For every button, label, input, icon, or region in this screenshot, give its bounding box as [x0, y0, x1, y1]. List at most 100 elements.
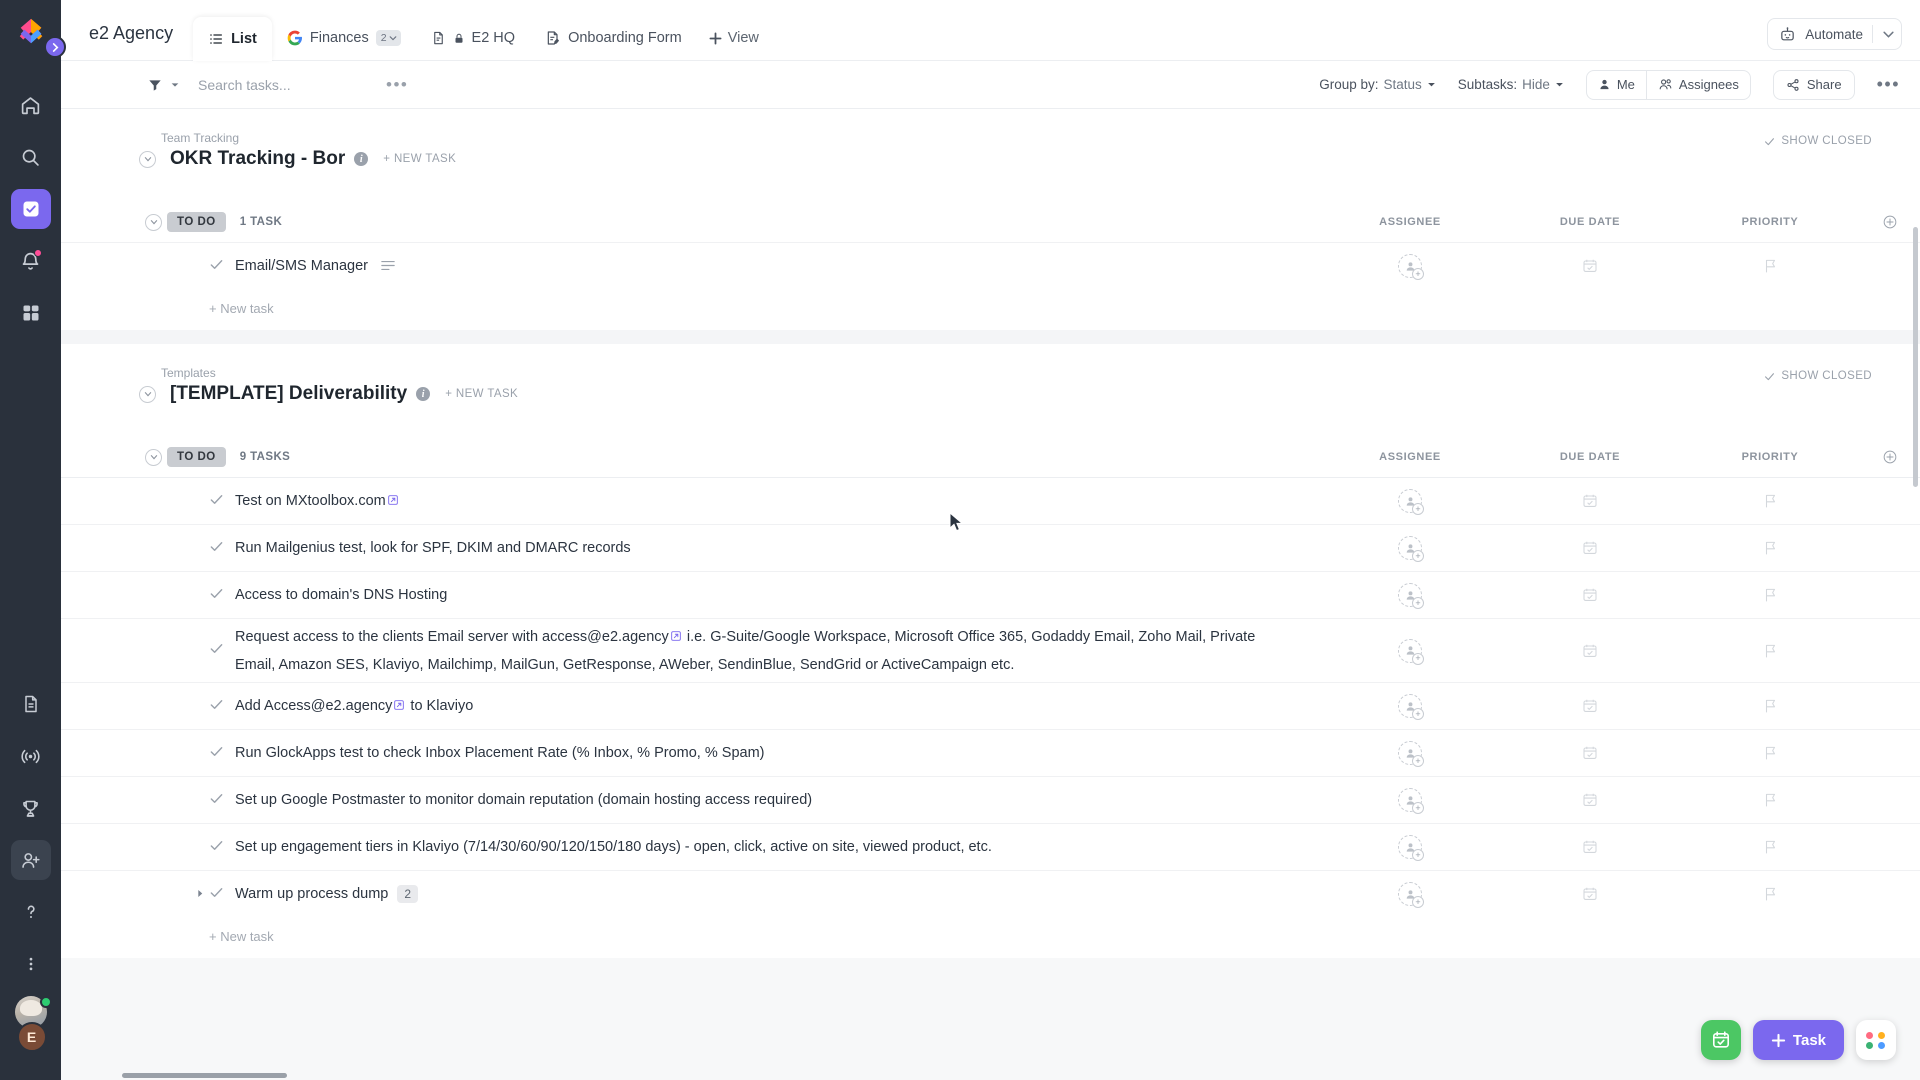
apps-fab-button[interactable]: [1856, 1020, 1896, 1060]
task-name[interactable]: Warm up process dump 2: [201, 880, 419, 908]
rail-item-goals[interactable]: [11, 788, 51, 828]
me-filter-button[interactable]: Me: [1587, 70, 1647, 99]
add-assignee-icon[interactable]: +: [1412, 708, 1424, 720]
info-icon[interactable]: i: [416, 387, 431, 401]
task-name[interactable]: Add Access@e2.agency to Klaviyo: [201, 692, 473, 720]
toolbar-overflow-icon[interactable]: •••: [386, 75, 408, 95]
new-task-link[interactable]: + NEW TASK: [383, 153, 456, 165]
task-status-check-icon[interactable]: [209, 257, 224, 276]
new-task-row[interactable]: + New task: [61, 289, 1920, 330]
task-list-content[interactable]: Team Tracking OKR Tracking - Bor i + NEW…: [61, 109, 1920, 1080]
cell-priority[interactable]: [1680, 493, 1860, 509]
assignee-placeholder-icon[interactable]: +: [1398, 638, 1424, 665]
task-name[interactable]: Email/SMS Manager: [201, 252, 395, 281]
assignee-placeholder-icon[interactable]: +: [1398, 536, 1424, 562]
cell-priority[interactable]: [1680, 745, 1860, 761]
cell-priority[interactable]: [1680, 839, 1860, 855]
tab-list[interactable]: List: [193, 17, 272, 61]
rail-item-more[interactable]: [11, 944, 51, 984]
add-assignee-icon[interactable]: +: [1412, 268, 1424, 280]
column-header-due-date[interactable]: DUE DATE: [1500, 216, 1680, 228]
tab-e2-hq[interactable]: E2 HQ: [416, 16, 531, 60]
vertical-scrollbar[interactable]: [1913, 227, 1918, 487]
cell-priority[interactable]: [1680, 643, 1860, 659]
cell-assignee[interactable]: +: [1320, 536, 1500, 562]
rail-item-notifications[interactable]: [11, 241, 51, 281]
collapse-list-icon[interactable]: [139, 385, 156, 403]
tab-finances[interactable]: Finances 2: [272, 16, 416, 60]
expand-sidebar-button[interactable]: [44, 36, 66, 58]
assignee-placeholder-icon[interactable]: +: [1398, 489, 1424, 515]
task-status-check-icon[interactable]: [209, 586, 224, 605]
task-name[interactable]: Run Mailgenius test, look for SPF, DKIM …: [201, 534, 631, 562]
task-status-check-icon[interactable]: [209, 539, 224, 558]
cell-assignee[interactable]: +: [1320, 882, 1500, 908]
column-header-priority[interactable]: PRIORITY: [1680, 216, 1860, 228]
task-name[interactable]: Set up Google Postmaster to monitor doma…: [201, 786, 812, 814]
tab-badge[interactable]: 2: [375, 30, 401, 46]
task-status-check-icon[interactable]: [209, 697, 224, 716]
task-status-check-icon[interactable]: [209, 492, 224, 511]
task-name[interactable]: Request access to the clients Email serv…: [201, 623, 1261, 679]
share-button[interactable]: Share: [1772, 69, 1855, 100]
info-icon[interactable]: i: [354, 152, 369, 166]
rail-item-tasks[interactable]: [10, 189, 51, 229]
cell-due-date[interactable]: [1500, 839, 1680, 855]
task-status-check-icon[interactable]: [209, 838, 224, 857]
cell-priority[interactable]: [1680, 698, 1860, 714]
rail-item-help[interactable]: [11, 892, 51, 932]
table-row[interactable]: Set up Google Postmaster to monitor doma…: [61, 776, 1920, 823]
cell-due-date[interactable]: [1500, 698, 1680, 714]
collapse-status-icon[interactable]: [145, 213, 162, 231]
add-assignee-icon[interactable]: +: [1412, 597, 1424, 609]
cell-assignee[interactable]: +: [1320, 741, 1500, 767]
cell-priority[interactable]: [1680, 587, 1860, 603]
cell-assignee[interactable]: +: [1320, 788, 1500, 814]
add-assignee-icon[interactable]: +: [1412, 755, 1424, 767]
assignee-placeholder-icon[interactable]: +: [1398, 694, 1424, 720]
new-task-fab-button[interactable]: Task: [1752, 1020, 1844, 1060]
rail-item-whiteboards[interactable]: [11, 736, 51, 776]
assignee-placeholder-icon[interactable]: +: [1398, 583, 1424, 609]
table-row[interactable]: Run Mailgenius test, look for SPF, DKIM …: [61, 524, 1920, 571]
collapse-list-icon[interactable]: [139, 150, 156, 168]
rail-item-invite[interactable]: [10, 840, 51, 880]
search-input[interactable]: [198, 76, 378, 93]
column-header-priority[interactable]: PRIORITY: [1680, 451, 1860, 463]
chevron-down-icon[interactable]: [170, 80, 180, 90]
cell-due-date[interactable]: [1500, 587, 1680, 603]
rail-item-docs[interactable]: [11, 684, 51, 724]
cell-due-date[interactable]: [1500, 792, 1680, 808]
rail-item-search[interactable]: [11, 137, 51, 177]
cell-assignee[interactable]: +: [1320, 638, 1500, 665]
column-header-assignee[interactable]: ASSIGNEE: [1320, 216, 1500, 228]
subtasks-control[interactable]: Subtasks: Hide: [1458, 77, 1564, 92]
add-assignee-icon[interactable]: +: [1412, 550, 1424, 562]
add-column-button[interactable]: [1860, 449, 1920, 465]
user-avatars[interactable]: E: [11, 996, 52, 1070]
cell-due-date[interactable]: [1500, 886, 1680, 902]
cell-due-date[interactable]: [1500, 540, 1680, 556]
toolbar-more-icon[interactable]: •••: [1877, 74, 1900, 95]
task-status-check-icon[interactable]: [209, 744, 224, 763]
cell-assignee[interactable]: +: [1320, 694, 1500, 720]
status-badge[interactable]: TO DO: [167, 212, 226, 232]
assignee-placeholder-icon[interactable]: +: [1398, 741, 1424, 767]
cell-due-date[interactable]: [1500, 745, 1680, 761]
group-by-control[interactable]: Group by: Status: [1319, 77, 1436, 92]
cell-priority[interactable]: [1680, 792, 1860, 808]
cell-due-date[interactable]: [1500, 493, 1680, 509]
cell-due-date[interactable]: [1500, 258, 1680, 274]
assignees-filter-button[interactable]: Assignees: [1647, 71, 1750, 99]
avatar-initial[interactable]: E: [16, 1022, 47, 1052]
cell-assignee[interactable]: +: [1320, 489, 1500, 515]
add-assignee-icon[interactable]: +: [1412, 849, 1424, 861]
table-row[interactable]: Access to domain's DNS Hosting +: [61, 571, 1920, 618]
add-view-button[interactable]: View: [697, 16, 771, 60]
column-header-due-date[interactable]: DUE DATE: [1500, 451, 1680, 463]
horizontal-scrollbar[interactable]: [122, 1073, 287, 1078]
add-column-button[interactable]: [1860, 214, 1920, 230]
assignee-placeholder-icon[interactable]: +: [1398, 788, 1424, 814]
cell-assignee[interactable]: +: [1320, 254, 1500, 280]
cell-priority[interactable]: [1680, 886, 1860, 902]
